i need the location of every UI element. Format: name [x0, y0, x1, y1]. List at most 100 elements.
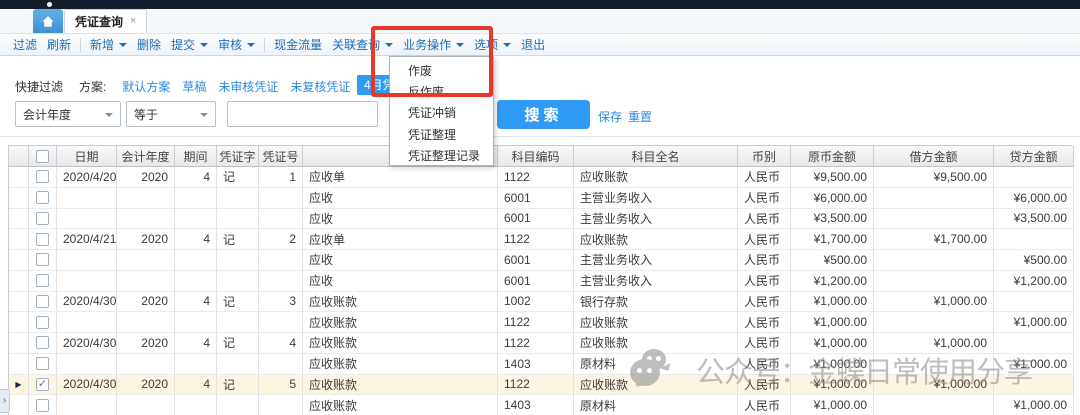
column-header[interactable] — [9, 146, 29, 167]
row-checkbox[interactable] — [36, 399, 49, 412]
table-row[interactable]: 应收账款1403原材料人民币¥1,000.00¥1,000.00 — [9, 354, 1074, 375]
menu-item[interactable]: 提交 — [166, 34, 213, 56]
row-checkbox-cell[interactable] — [29, 333, 57, 354]
table-row[interactable]: 2020/4/2020204记1应收单1122应收账款人民币¥9,500.00¥… — [9, 167, 1074, 188]
quick-filter-link[interactable]: 默认方案 — [122, 78, 170, 95]
table-row[interactable]: 应收账款1403原材料人民币¥1,000.00¥1,000.00 — [9, 395, 1074, 415]
field-selector-dropdown[interactable]: 会计年度 — [15, 101, 121, 127]
column-header[interactable]: 币别 — [738, 146, 791, 167]
menu-item[interactable]: 新增 — [85, 34, 132, 56]
row-checkbox-cell[interactable] — [29, 312, 57, 333]
column-header[interactable]: 贷方金额 — [994, 146, 1074, 167]
row-checkbox-cell[interactable] — [29, 354, 57, 375]
row-checkbox[interactable] — [36, 191, 49, 204]
table-cell: 主营业务收入 — [574, 209, 738, 230]
column-header[interactable]: 凭证号 — [259, 146, 303, 167]
filter-value-input[interactable] — [227, 101, 378, 127]
table-row[interactable]: 应收账款1122应收账款人民币¥1,000.00¥1,000.00 — [9, 312, 1074, 333]
table-cell: 应收账款 — [574, 312, 738, 333]
table-cell: 记 — [217, 167, 259, 188]
tab-voucher-query[interactable]: 凭证查询 × — [64, 9, 147, 33]
menu-item[interactable]: 过滤 — [8, 34, 42, 56]
table-row[interactable]: 应收6001主营业务收入人民币¥500.00¥500.00 — [9, 250, 1074, 271]
row-checkbox-cell[interactable] — [29, 188, 57, 209]
column-header[interactable]: 会计年度 — [117, 146, 175, 167]
select-all-checkbox[interactable] — [36, 150, 49, 163]
quick-filter-link[interactable]: 未审核凭证 — [218, 78, 278, 95]
menu-item-凭证冲销[interactable]: 凭证冲销 — [390, 102, 493, 123]
row-checkbox-cell[interactable] — [29, 229, 57, 250]
menu-item[interactable]: 关联查询 — [327, 34, 398, 56]
row-checkbox[interactable] — [36, 170, 49, 183]
row-checkbox-cell[interactable] — [29, 395, 57, 415]
table-cell — [994, 333, 1074, 354]
table-cell: 6001 — [498, 188, 574, 209]
menu-bar: 过滤刷新新增删除提交审核现金流量关联查询业务操作 选项 退出 — [0, 33, 1080, 56]
chevron-down-icon — [105, 113, 113, 121]
column-header[interactable]: 科目全名 — [574, 146, 738, 167]
table-cell: 5 — [259, 375, 303, 396]
row-checkbox[interactable] — [36, 316, 49, 329]
menu-item[interactable]: 选项 — [469, 34, 516, 56]
menu-item-反作废[interactable]: 反作废 — [390, 81, 493, 102]
close-icon[interactable]: × — [130, 16, 136, 27]
row-checkbox-cell[interactable] — [29, 292, 57, 313]
row-indicator-cell — [9, 250, 29, 271]
search-button[interactable]: 搜索 — [497, 100, 590, 129]
menu-item[interactable]: 现金流量 — [269, 34, 327, 56]
table-row[interactable]: 应收6001主营业务收入人民币¥6,000.00¥6,000.00 — [9, 188, 1074, 209]
table-cell: 应收 — [303, 271, 498, 292]
menu-item-作废[interactable]: 作废 — [390, 60, 493, 81]
menu-item-凭证整理记录[interactable]: 凭证整理记录 — [390, 145, 493, 166]
reset-link[interactable]: 重置 — [628, 108, 652, 125]
column-header[interactable]: 期间 — [175, 146, 217, 167]
quick-filter-link[interactable]: 未复核凭证 — [290, 78, 350, 95]
menu-item-label: 现金流量 — [274, 36, 322, 53]
table-row[interactable]: 2020/4/3020204记3应收账款1002银行存款人民币¥1,000.00… — [9, 292, 1074, 313]
chevron-down-icon — [385, 43, 393, 51]
row-checkbox[interactable] — [36, 336, 49, 349]
row-checkbox[interactable] — [36, 295, 49, 308]
row-checkbox[interactable] — [36, 274, 49, 287]
menu-item-label: 业务操作 — [403, 36, 451, 53]
row-checkbox-cell[interactable] — [29, 250, 57, 271]
panel-expander[interactable]: › — [0, 389, 10, 413]
table-row[interactable]: ▶✓2020/4/3020204记5应收账款1122应收账款人民币¥1,000.… — [9, 375, 1074, 396]
quick-filter-link[interactable]: 草稿 — [182, 78, 206, 95]
table-cell — [57, 395, 117, 415]
column-header[interactable]: 日期 — [57, 146, 117, 167]
menu-item[interactable]: 退出 — [516, 34, 550, 56]
menu-item-凭证整理[interactable]: 凭证整理 — [390, 124, 493, 145]
menu-item-label: 选项 — [474, 36, 498, 53]
save-link[interactable]: 保存 — [598, 108, 622, 125]
table-row[interactable]: 2020/4/3020204记4应收账款1122应收账款人民币¥1,000.00… — [9, 333, 1074, 354]
row-checkbox-cell[interactable] — [29, 271, 57, 292]
table-row[interactable]: 应收6001主营业务收入人民币¥3,500.00¥3,500.00 — [9, 209, 1074, 230]
column-header[interactable]: 原币金额 — [791, 146, 874, 167]
select-all-header-cell[interactable] — [29, 146, 57, 167]
quick-filter-label: 快捷过滤 — [15, 78, 63, 95]
column-header[interactable]: 科目编码 — [498, 146, 574, 167]
column-header[interactable]: 凭证字 — [217, 146, 259, 167]
row-checkbox-cell[interactable] — [29, 167, 57, 188]
menu-item[interactable]: 审核 — [213, 34, 260, 56]
row-checkbox[interactable]: ✓ — [36, 378, 49, 391]
menu-item[interactable]: 业务操作 — [398, 34, 469, 56]
table-row[interactable]: 2020/4/2120204记2应收单1122应收账款人民币¥1,700.00¥… — [9, 229, 1074, 250]
chevron-down-icon — [119, 43, 127, 51]
row-checkbox[interactable] — [36, 253, 49, 266]
tab-home[interactable] — [33, 9, 63, 33]
row-checkbox-cell[interactable] — [29, 209, 57, 230]
row-checkbox[interactable] — [36, 212, 49, 225]
row-checkbox-cell[interactable]: ✓ — [29, 375, 57, 396]
table-cell: 4 — [175, 229, 217, 250]
table-row[interactable]: 应收6001主营业务收入人民币¥1,200.00¥1,200.00 — [9, 271, 1074, 292]
menu-item[interactable]: 删除 — [132, 34, 166, 56]
table-cell — [994, 375, 1074, 396]
operator-dropdown[interactable]: 等于 — [126, 101, 216, 127]
column-header[interactable]: 借方金额 — [874, 146, 994, 167]
row-checkbox[interactable] — [36, 233, 49, 246]
row-indicator-cell — [9, 271, 29, 292]
row-checkbox[interactable] — [36, 357, 49, 370]
menu-item[interactable]: 刷新 — [42, 34, 76, 56]
